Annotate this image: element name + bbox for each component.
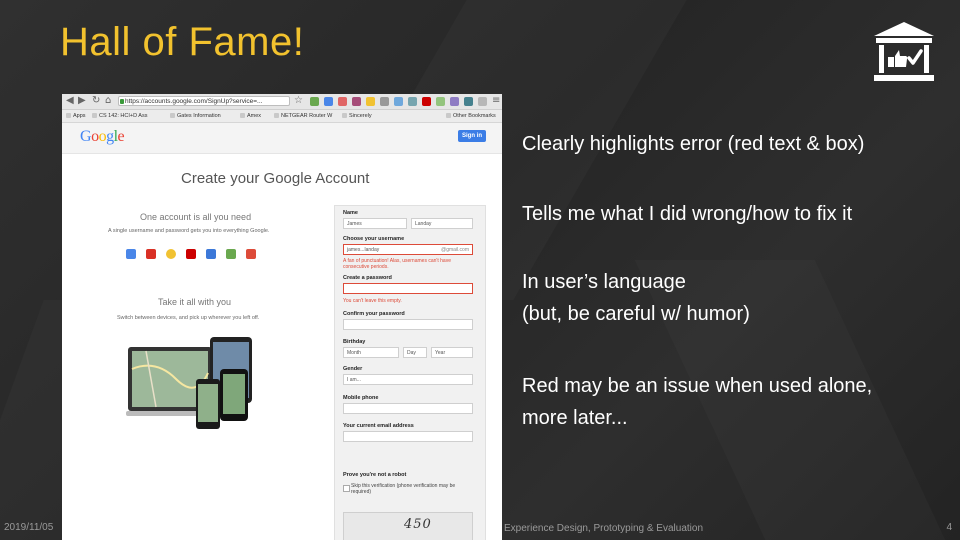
extension-icon <box>394 97 403 106</box>
footer-date: 2019/11/05 <box>4 522 54 533</box>
bookmark-item: Sincerely <box>342 111 372 121</box>
extension-icon <box>366 97 375 106</box>
robot-label: Prove you're not a robot <box>343 472 407 478</box>
extension-icon <box>324 97 333 106</box>
bullet-item: Clearly highlights error (red text & box… <box>522 133 865 155</box>
username-suffix: @gmail.com <box>441 247 469 253</box>
google-logo-letter: e <box>117 128 125 145</box>
bullet-line: In user’s language <box>522 271 686 293</box>
slide-number: 4 <box>946 522 952 533</box>
password-error: You can't leave this empty. <box>343 298 402 304</box>
confirm-password-label: Confirm your password <box>343 311 405 317</box>
bookmark-item: Amex <box>240 111 261 121</box>
play-product-icon <box>226 249 236 259</box>
bullet-line: more later... <box>522 407 628 429</box>
google-logo-letter: o <box>98 128 107 145</box>
one-account-text: A single username and password gets you … <box>108 228 270 234</box>
captcha-text: 450 <box>404 517 432 532</box>
name-label: Name <box>343 210 358 216</box>
extension-icon <box>464 97 473 106</box>
last-name-field: Landay <box>411 218 473 229</box>
password-field <box>343 283 473 294</box>
google-logo-letter: g <box>106 128 114 145</box>
google-logo-letter: o <box>91 128 99 145</box>
devices-illustration <box>126 337 252 429</box>
skip-verification-text: Skip this verification (phone verificati… <box>351 483 456 495</box>
mobile-phone-label: Mobile phone <box>343 395 379 401</box>
extension-icon <box>310 97 319 106</box>
first-name-field: James <box>343 218 407 229</box>
gmail-product-icon <box>146 249 156 259</box>
extension-icon <box>380 97 389 106</box>
google-logo-letter: G <box>80 128 92 145</box>
skip-verification-checkbox <box>343 485 350 492</box>
search-product-icon <box>126 249 136 259</box>
google-header: Google Sign in <box>62 123 502 154</box>
google-plus-product-icon <box>246 249 256 259</box>
username-field: james...landay @gmail.com <box>343 244 473 255</box>
signup-title: Create your Google Account <box>181 170 370 187</box>
password-label: Create a password <box>343 275 392 281</box>
reload-icon: ↻ <box>92 95 101 106</box>
extension-icon <box>352 97 361 106</box>
bookmark-item: CS 142: HCI+D Ass <box>92 111 147 121</box>
slide-title: Hall of Fame! <box>60 20 305 64</box>
captcha-image: 450 <box>343 512 473 540</box>
star-icon: ☆ <box>294 95 303 106</box>
take-it-all-heading: Take it all with you <box>158 297 232 307</box>
bookmarks-bar: Apps CS 142: HCI+D Ass Gates Information… <box>62 110 502 123</box>
signup-form: Name James Landay Choose your username j… <box>334 205 486 540</box>
extension-icon <box>450 97 459 106</box>
birthday-label: Birthday <box>343 339 366 345</box>
bullet-item: In user’s language (but, be careful w/ h… <box>522 266 750 330</box>
gender-select: I am... <box>343 374 473 385</box>
browser-toolbar: ◀ ▶ ↻ ⌂ https://accounts.google.com/Sign… <box>62 94 502 110</box>
youtube-product-icon <box>186 249 196 259</box>
username-value: james...landay <box>347 247 380 253</box>
extension-icon <box>436 97 445 106</box>
chrome-product-icon <box>166 249 176 259</box>
footer-course-title: Experience Design, Prototyping & Evaluat… <box>504 523 704 534</box>
extension-icon <box>422 97 431 106</box>
bullet-item: Tells me what I did wrong/how to fix it <box>522 203 853 225</box>
take-it-all-text: Switch between devices, and pick up wher… <box>117 315 260 321</box>
embedded-screenshot: ◀ ▶ ↻ ⌂ https://accounts.google.com/Sign… <box>62 94 502 540</box>
bookmark-item: Other Bookmarks <box>446 111 496 121</box>
home-icon: ⌂ <box>105 95 112 106</box>
mobile-phone-field <box>343 403 473 414</box>
lock-icon <box>120 99 124 104</box>
birth-month-select: Month <box>343 347 399 358</box>
extension-icon <box>478 97 487 106</box>
bullet-line: (but, be careful w/ humor) <box>522 303 750 325</box>
hall-of-fame-icon <box>874 22 934 81</box>
extension-icon <box>408 97 417 106</box>
bookmark-item: Gates Information <box>170 111 221 121</box>
bookmark-item: NETGEAR Router W <box>274 111 332 121</box>
google-signup-page: Google Sign in Create your Google Accoun… <box>62 123 502 540</box>
one-account-heading: One account is all you need <box>140 212 252 222</box>
username-error: A fan of punctuation! Alas, usernames ca… <box>343 258 451 270</box>
email-field <box>343 431 473 442</box>
maps-product-icon <box>206 249 216 259</box>
email-label: Your current email address <box>343 423 414 429</box>
google-logo: Google <box>80 128 125 146</box>
birth-year-field: Year <box>431 347 473 358</box>
address-url: https://accounts.google.com/SignUp?servi… <box>125 98 263 105</box>
bullet-line: Red may be an issue when used alone, <box>522 375 873 397</box>
confirm-password-field <box>343 319 473 330</box>
back-icon: ◀ <box>66 95 74 106</box>
extension-icon <box>338 97 347 106</box>
bullet-item: Red may be an issue when used alone, mor… <box>522 370 872 434</box>
signin-button: Sign in <box>458 130 486 142</box>
gender-label: Gender <box>343 366 363 372</box>
username-label: Choose your username <box>343 236 405 242</box>
menu-icon: ≡ <box>492 95 501 106</box>
address-bar: https://accounts.google.com/SignUp?servi… <box>118 96 290 106</box>
forward-icon: ▶ <box>78 95 86 106</box>
birth-day-field: Day <box>403 347 427 358</box>
bookmark-item: Apps <box>66 111 86 121</box>
